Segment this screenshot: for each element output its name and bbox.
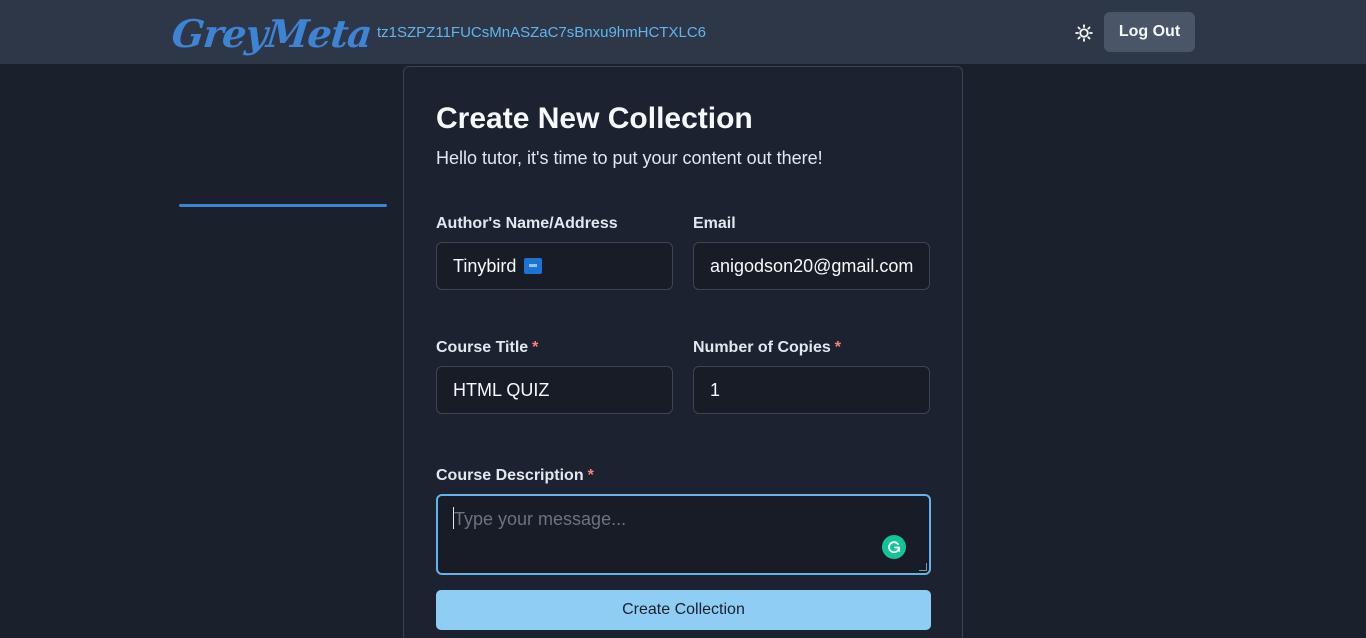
- page-subtitle: Hello tutor, it's time to put your conte…: [436, 148, 823, 168]
- email-label: Email: [693, 214, 736, 234]
- author-name-input[interactable]: Tinybird: [436, 242, 673, 290]
- description-placeholder: Type your message...: [454, 509, 627, 529]
- required-marker: *: [532, 339, 539, 356]
- required-marker: *: [587, 467, 594, 484]
- course-title-label: Course Title *: [436, 338, 538, 358]
- page-title: Create New Collection: [436, 102, 753, 135]
- email-field[interactable]: anigodson20@gmail.com: [693, 242, 930, 290]
- course-title-value: HTML QUIZ: [453, 379, 550, 400]
- author-label-text: Author's Name/Address: [436, 215, 618, 232]
- number-of-copies-input[interactable]: 1: [693, 366, 930, 414]
- grammarly-icon-svg: [888, 541, 900, 554]
- course-description-label: Course Description *: [436, 466, 594, 486]
- author-name-value: Tinybird: [453, 255, 517, 276]
- grammarly-icon[interactable]: [882, 535, 906, 559]
- required-marker: *: [834, 339, 842, 356]
- wallet-address: tz1SZPZ11FUCsMnASZaC7sBnxu9hmHCTXLC6: [377, 24, 706, 41]
- copies-label-text: Number of Copies: [693, 339, 831, 356]
- copies-value: 1: [710, 379, 721, 400]
- author-label: Author's Name/Address: [436, 214, 618, 234]
- emoji-badge-icon: [524, 258, 543, 274]
- course-title-label-text: Course Title: [436, 339, 529, 356]
- course-description-textarea[interactable]: Type your message...: [436, 494, 931, 575]
- email-value: anigodson20@gmail.com: [710, 255, 914, 276]
- greymeta-logo[interactable]: GreyMeta: [169, 8, 374, 60]
- sun-icon-svg: [1075, 24, 1093, 42]
- sun-icon[interactable]: [1072, 21, 1096, 45]
- resize-handle[interactable]: [919, 563, 927, 571]
- course-description-label-text: Course Description: [436, 467, 584, 484]
- copies-label: Number of Copies *: [693, 338, 841, 358]
- side-progress-indicator: [179, 204, 387, 207]
- create-collection-button[interactable]: Create Collection: [436, 590, 931, 630]
- top-navbar: GreyMeta tz1SZPZ11FUCsMnASZaC7sBnxu9hmHC…: [0, 0, 1366, 64]
- course-title-input[interactable]: HTML QUIZ: [436, 366, 673, 414]
- email-label-text: Email: [693, 215, 736, 232]
- create-collection-card: Create New Collection Hello tutor, it's …: [403, 66, 963, 638]
- log-out-button[interactable]: Log Out: [1104, 12, 1195, 52]
